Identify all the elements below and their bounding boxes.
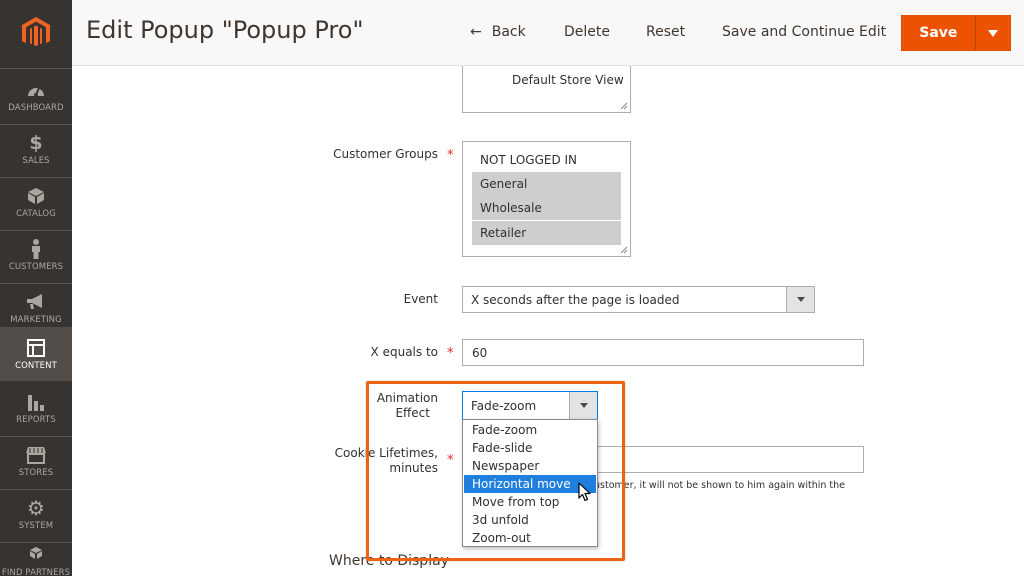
where-to-display-heading: Where to Display: [329, 553, 449, 569]
dashboard-icon: [26, 80, 46, 100]
animation-option-highlighted[interactable]: Horizontal move: [464, 475, 596, 493]
person-icon: [30, 239, 42, 259]
animation-option[interactable]: Newspaper: [464, 457, 596, 475]
sidebar-item-label: STORES: [18, 468, 54, 478]
animation-label-line1: Animation: [376, 391, 438, 405]
magento-logo-icon: [22, 17, 50, 47]
layout-icon: [27, 338, 45, 358]
sidebar-item-find-partners[interactable]: FIND PARTNERS: [0, 541, 72, 576]
save-button-group: Save: [901, 15, 1011, 51]
page-header: Edit Popup "Popup Pro" ← Back Delete Rese…: [72, 0, 1024, 66]
sidebar-item-label: REPORTS: [16, 415, 56, 425]
customer-group-option[interactable]: General: [472, 172, 621, 196]
dollar-icon: $: [29, 132, 43, 154]
mouse-pointer-icon: [578, 482, 591, 502]
caret-down-icon: [796, 297, 805, 302]
sidebar-item-sales[interactable]: $ SALES: [0, 123, 72, 176]
box-icon: [27, 186, 45, 206]
back-label: Back: [491, 24, 526, 40]
sidebar-item-label: DASHBOARD: [8, 103, 64, 113]
x-equals-value: 60: [472, 346, 488, 360]
event-select-arrow[interactable]: [786, 287, 814, 312]
sidebar-item-catalog[interactable]: CATALOG: [0, 176, 72, 229]
animation-option[interactable]: Fade-slide: [464, 439, 596, 457]
resize-grip-icon[interactable]: [620, 102, 628, 110]
reset-button[interactable]: Reset: [646, 24, 685, 40]
gear-icon: ⚙: [27, 496, 45, 520]
customer-group-option[interactable]: NOT LOGGED IN: [472, 148, 621, 172]
sidebar-item-label: MARKETING: [10, 315, 62, 325]
cookie-label-line1: Cookie Lifetimes,: [334, 446, 438, 460]
store-view-multiselect[interactable]: Default Store View: [462, 66, 631, 113]
required-asterisk: *: [447, 453, 454, 468]
animation-option[interactable]: 3d unfold: [464, 511, 596, 529]
cookie-lifetime-label: Cookie Lifetimes, minutes: [335, 446, 438, 476]
sidebar-item-dashboard[interactable]: DASHBOARD: [0, 70, 72, 123]
animation-select-arrow[interactable]: [569, 392, 597, 419]
sidebar-item-label: CONTENT: [15, 360, 57, 371]
store-view-option[interactable]: Default Store View: [512, 73, 624, 87]
cookie-lifetime-note: ustomer, it will not be shown to him aga…: [594, 480, 845, 491]
back-button[interactable]: ← Back: [470, 24, 526, 40]
sidebar-item-stores[interactable]: STORES: [0, 435, 72, 488]
resize-grip-icon[interactable]: [620, 246, 628, 254]
customer-groups-multiselect[interactable]: NOT LOGGED IN General Wholesale Retailer: [462, 141, 631, 257]
magento-logo[interactable]: [0, 0, 72, 66]
save-button[interactable]: Save: [902, 16, 975, 50]
required-asterisk: *: [447, 148, 454, 163]
admin-sidebar: DASHBOARD $ SALES CATALOG CUSTOMERS MARK…: [0, 0, 72, 576]
caret-down-icon: [987, 29, 998, 37]
bar-chart-icon: [27, 392, 45, 412]
sidebar-item-label: CUSTOMERS: [8, 262, 64, 272]
cookie-label-line2: minutes: [389, 461, 438, 475]
customer-group-option[interactable]: Wholesale: [472, 196, 621, 220]
animation-option[interactable]: Move from top: [464, 493, 596, 511]
required-asterisk: *: [447, 346, 454, 361]
save-continue-button[interactable]: Save and Continue Edit: [722, 24, 886, 40]
page-title: Edit Popup "Popup Pro": [86, 16, 364, 44]
delete-button[interactable]: Delete: [564, 24, 610, 40]
x-equals-input[interactable]: 60: [462, 339, 864, 366]
animation-option[interactable]: Fade-zoom: [464, 421, 596, 439]
animation-effect-select[interactable]: Fade-zoom: [462, 391, 598, 420]
sidebar-item-label: CATALOG: [16, 209, 56, 219]
save-options-toggle[interactable]: [974, 16, 1010, 50]
animation-option[interactable]: Zoom-out: [464, 529, 596, 547]
animation-effect-label: Animation Effect: [377, 391, 438, 421]
event-select-value: X seconds after the page is loaded: [471, 293, 680, 307]
sidebar-item-label: SYSTEM: [18, 521, 54, 531]
event-label: Event: [403, 292, 438, 306]
sidebar-item-label: SALES: [22, 156, 50, 166]
caret-down-icon: [579, 403, 588, 408]
store-icon: [26, 445, 46, 465]
sidebar-item-label: FIND PARTNERS: [1, 568, 71, 576]
customer-groups-label: Customer Groups: [333, 147, 438, 161]
customer-group-option[interactable]: Retailer: [472, 221, 621, 245]
event-select[interactable]: X seconds after the page is loaded: [462, 286, 815, 313]
animation-label-line2: Effect: [395, 406, 430, 420]
x-equals-label: X equals to: [370, 345, 438, 359]
animation-select-value: Fade-zoom: [471, 399, 537, 413]
sidebar-item-content[interactable]: CONTENT: [0, 327, 72, 381]
megaphone-icon: [26, 292, 46, 312]
sidebar-item-reports[interactable]: REPORTS: [0, 382, 72, 435]
arrow-left-icon: ←: [470, 24, 482, 40]
sidebar-item-customers[interactable]: CUSTOMERS: [0, 229, 72, 282]
cubes-icon: [27, 545, 45, 565]
sidebar-item-system[interactable]: ⚙ SYSTEM: [0, 488, 72, 541]
